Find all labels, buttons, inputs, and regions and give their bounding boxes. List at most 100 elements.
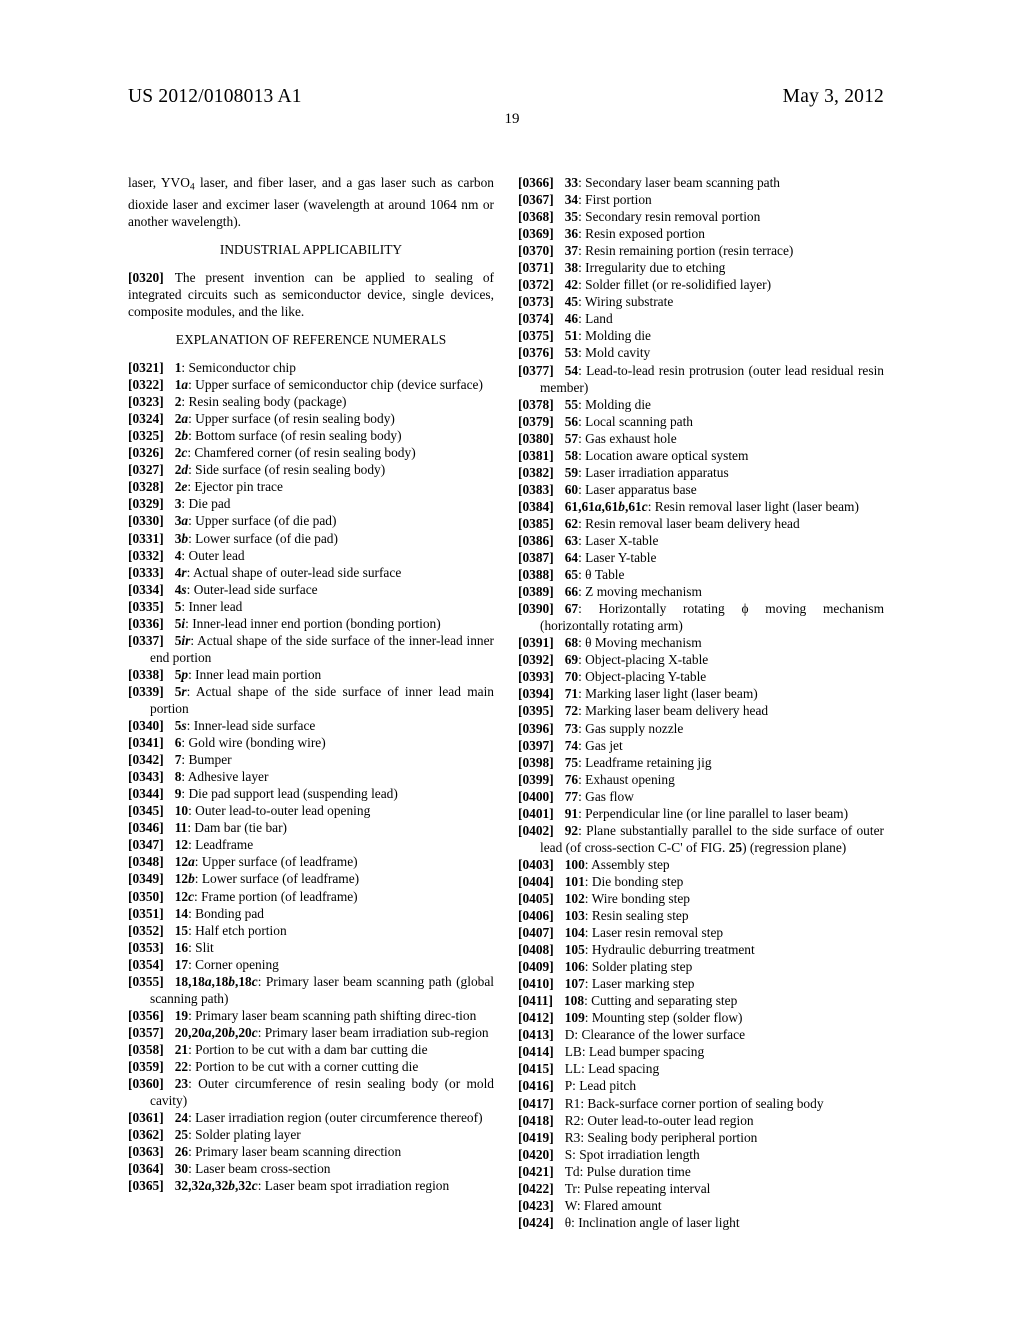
reference-text: : Pulse duration time [579,1163,691,1179]
reference-entry: [0382] 59: Laser irradiation apparatus [518,464,884,481]
reference-label: 17 [174,956,189,972]
publication-number: US 2012/0108013 A1 [128,86,302,107]
reference-label: 67 [564,601,579,617]
reference-entry: [0335] 5: Inner lead [128,598,494,615]
paragraph-text: The present invention can be applied to … [128,269,494,319]
reference-text: : Outer-lead side surface [186,581,318,597]
paragraph-number: [0372] [518,277,554,293]
reference-text: : Flared amount [576,1197,662,1213]
reference-entry: [0347] 12: Leadframe [128,836,494,853]
reference-label: 71 [564,686,579,702]
reference-text: : Gas exhaust hole [578,430,677,446]
reference-text: : Corner opening [188,956,279,972]
paragraph-number: [0342] [128,752,164,768]
reference-label: 24 [174,1110,189,1126]
paragraph-number: [0364] [128,1161,164,1177]
reference-text: : Lead-to-lead resin protrusion (outer l… [540,362,884,395]
paragraph-number: [0370] [518,243,554,259]
paragraph-number: [0348] [128,854,164,870]
page-number: 19 [504,111,520,127]
reference-entry: [0400] 77: Gas flow [518,788,884,805]
reference-entry: [0323] 2: Resin sealing body (package) [128,393,494,410]
reference-text: : Actual shape of outer-lead side surfac… [186,564,402,580]
paragraph-number: [0355] [128,973,164,989]
paragraph-number: [0322] [128,377,164,393]
reference-text: : Mold cavity [578,345,651,361]
reference-text: : Portion to be cut with a dam bar cutti… [188,1041,428,1057]
reference-entry: [0421] Td: Pulse duration time [518,1163,884,1180]
reference-label: 23 [174,1076,189,1092]
reference-entry: [0365] 32,32a,32b,32c: Laser beam spot ir… [128,1177,494,1194]
reference-label: 2a [174,411,189,427]
reference-text: : Inner-lead inner end portion (bonding … [185,615,441,631]
reference-text: : Horizontally rotating ϕ moving mechani… [540,601,884,634]
reference-entry: [0392] 69: Object-placing X-table [518,651,884,668]
reference-entry: [0375] 51: Molding die [518,327,884,344]
reference-entry: [0419] R3: Sealing body peripheral portio… [518,1129,884,1146]
reference-label: 72 [564,703,579,719]
paragraph-number: [0323] [128,394,164,410]
heading-industrial-applicability: INDUSTRIAL APPLICABILITY [219,241,403,257]
reference-entry: [0321] 1: Semiconductor chip [128,359,494,376]
reference-text: : Bumper [181,752,232,768]
body-columns: laser, YVO4 laser, and fiber laser, and … [128,174,884,1284]
reference-label: 73 [564,720,579,736]
reference-label: 77 [564,788,579,804]
reference-label: 32,32a,32b,32c [174,1178,258,1194]
reference-entry: [0383] 60: Laser apparatus base [518,481,884,498]
paragraph-number: [0423] [518,1197,554,1213]
reference-label: LB [564,1044,582,1060]
reference-entry: [0338] 5p: Inner lead main portion [128,666,494,683]
paragraph-number: [0377] [518,362,554,378]
reference-entry: [0416] P: Lead pitch [518,1077,884,1094]
reference-text: : Resin remaining portion (resin terrace… [578,243,794,259]
reference-text: : Gold wire (bonding wire) [181,735,326,751]
reference-label: 69 [564,652,579,668]
reference-text: : Molding die [578,328,651,344]
reference-text: : Upper surface (of leadframe) [194,854,358,870]
reference-text: : Side surface (of resin sealing body) [188,462,386,478]
reference-text: : Gas flow [578,788,634,804]
reference-text: : Resin removal laser beam delivery head [578,515,800,531]
reference-entry: [0405] 102: Wire bonding step [518,890,884,907]
reference-label: 5s [174,718,187,734]
figure-reference: 25 [728,839,743,855]
paragraph-number: [0363] [128,1144,164,1160]
reference-entry: [0386] 63: Laser X-table [518,532,884,549]
reference-text: : Laser marking step [584,976,695,992]
subscript-four: 4 [189,181,195,193]
reference-text: : Lead pitch [572,1078,637,1094]
reference-entry: [0355] 18,18a,18b,18c: Primary laser beam… [128,973,494,1007]
reference-entry: [0409] 106: Solder plating step [518,958,884,975]
reference-label: 15 [174,922,189,938]
reference-text: : Back-surface corner portion of sealing… [580,1095,824,1111]
reference-numeral-list-left: [0321] 1: Semiconductor chip [0322] 1a: Upp… [128,359,494,1194]
paragraph-number: [0352] [128,922,164,938]
reference-text: : Location aware optical system [578,447,749,463]
reference-label: R2 [564,1112,581,1128]
reference-label: 19 [174,1007,189,1023]
reference-text: : Clearance of the lower surface [574,1027,746,1043]
reference-label: 59 [564,464,579,480]
paragraph-number: [0321] [128,360,164,376]
reference-label: 5ir [174,632,191,648]
paragraph-number: [0424] [518,1214,554,1230]
reference-text: : Resin exposed portion [578,226,705,242]
reference-label: 4r [174,564,187,580]
paragraph-number: [0373] [518,294,554,310]
reference-entry: [0334] 4s: Outer-lead side surface [128,581,494,598]
reference-entry: [0360] 23: Outer circumference of resin s… [128,1075,494,1109]
reference-label: 2e [174,479,188,495]
reference-label: 38 [564,260,579,276]
reference-text: : Slit [188,939,214,955]
paragraph-number: [0401] [518,805,554,821]
reference-text: : Primary laser beam irradiation sub-reg… [257,1024,489,1040]
reference-entry: [0388] 65: θ Table [518,566,884,583]
paragraph-number: [0391] [518,635,554,651]
reference-entry: [0333] 4r: Actual shape of outer-lead sid… [128,564,494,581]
reference-label: 103 [564,908,585,924]
reference-label: 46 [564,311,579,327]
reference-text: : Lead spacing [581,1061,660,1077]
reference-label: 108 [563,993,585,1009]
paragraph-number: [0395] [518,703,554,719]
